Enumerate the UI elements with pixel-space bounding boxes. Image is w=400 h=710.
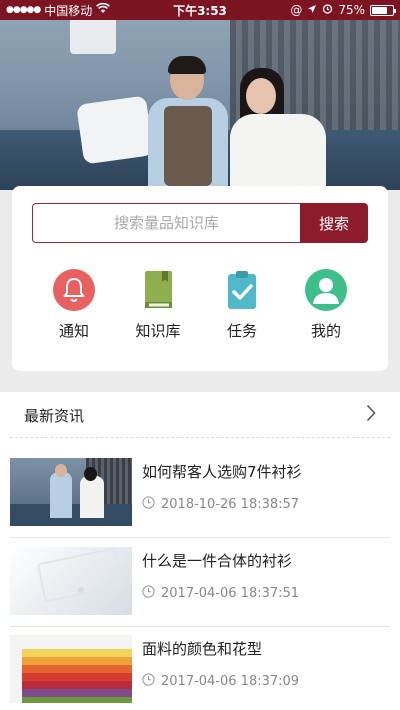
alarm-icon — [322, 3, 333, 17]
news-text: 什么是一件合体的衬衫 2017-04-06 18:37:51 — [132, 547, 299, 619]
news-thumbnail — [10, 635, 132, 703]
quick-action-tasks[interactable]: 任务 — [200, 268, 284, 341]
signal-icon: ●●●●● — [6, 5, 41, 15]
battery-percent: 75% — [338, 3, 365, 17]
quick-action-knowledge-base[interactable]: 知识库 — [116, 268, 200, 341]
news-time-text: 2017-04-06 18:37:09 — [161, 674, 300, 689]
news-thumbnail — [10, 458, 132, 526]
clock-icon — [142, 585, 155, 602]
news-thumbnail — [10, 547, 132, 615]
news-item-title: 什么是一件合体的衬衫 — [142, 552, 293, 570]
news-text: 如何帮客人选购7件衬衫 2018-10-26 18:38:57 — [132, 458, 302, 530]
status-bar: ●●●●● 中国移动 下午3:53 @ 75% — [0, 0, 400, 20]
news-section: 最新资讯 如何帮客人选购7件衬衫 2018-10-26 18:38:57 什么是… — [0, 392, 400, 710]
main-card: 搜索 通知 知识库 任务 我的 — [12, 186, 388, 371]
wifi-icon — [96, 2, 111, 17]
status-time: 下午3:53 — [173, 3, 227, 18]
news-item-time: 2017-04-06 18:37:09 — [142, 673, 299, 690]
banner-woman — [226, 68, 326, 190]
clipboard-check-icon — [220, 268, 264, 312]
news-header[interactable]: 最新资讯 — [0, 392, 400, 438]
divider — [10, 537, 390, 538]
banner-lamp — [70, 20, 116, 54]
clock-icon — [142, 496, 155, 513]
news-item-title: 如何帮客人选购7件衬衫 — [142, 463, 302, 481]
battery-fill — [372, 6, 387, 14]
news-item[interactable]: 面料的颜色和花型 2017-04-06 18:37:09 — [10, 635, 390, 707]
search-bar: 搜索 — [32, 203, 368, 243]
quick-action-label: 我的 — [310, 322, 341, 340]
quick-action-label: 知识库 — [135, 322, 181, 340]
news-time-text: 2017-04-06 18:37:51 — [161, 586, 300, 601]
bell-icon — [52, 268, 96, 312]
banner-man — [140, 56, 230, 190]
book-icon — [136, 268, 180, 312]
news-item-time: 2017-04-06 18:37:51 — [142, 585, 299, 602]
quick-action-label: 通知 — [58, 322, 89, 340]
quick-action-label: 任务 — [226, 322, 257, 340]
news-item-time: 2018-10-26 18:38:57 — [142, 496, 302, 513]
news-item[interactable]: 什么是一件合体的衬衫 2017-04-06 18:37:51 — [10, 547, 390, 619]
news-section-title: 最新资讯 — [24, 406, 85, 425]
news-time-text: 2018-10-26 18:38:57 — [161, 497, 300, 512]
search-input[interactable] — [32, 203, 300, 243]
news-item[interactable]: 如何帮客人选购7件衬衫 2018-10-26 18:38:57 — [10, 458, 390, 530]
battery-icon — [370, 4, 396, 16]
location-arrow-icon — [307, 3, 317, 17]
quick-actions: 通知 知识库 任务 我的 — [32, 268, 368, 341]
carrier-label: 中国移动 — [44, 3, 93, 18]
at-icon: @ — [290, 3, 303, 17]
clock-icon — [142, 673, 155, 690]
hero-banner[interactable] — [0, 20, 400, 190]
quick-action-profile[interactable]: 我的 — [284, 268, 368, 341]
quick-action-notification[interactable]: 通知 — [32, 268, 116, 341]
divider — [10, 626, 390, 627]
chevron-right-icon[interactable] — [366, 404, 376, 426]
status-right: @ 75% — [244, 3, 396, 17]
status-left: ●●●●● 中国移动 — [6, 2, 156, 19]
news-text: 面料的颜色和花型 2017-04-06 18:37:09 — [132, 635, 299, 707]
search-button[interactable]: 搜索 — [300, 203, 368, 243]
user-icon — [304, 268, 348, 312]
news-item-title: 面料的颜色和花型 — [142, 640, 263, 658]
